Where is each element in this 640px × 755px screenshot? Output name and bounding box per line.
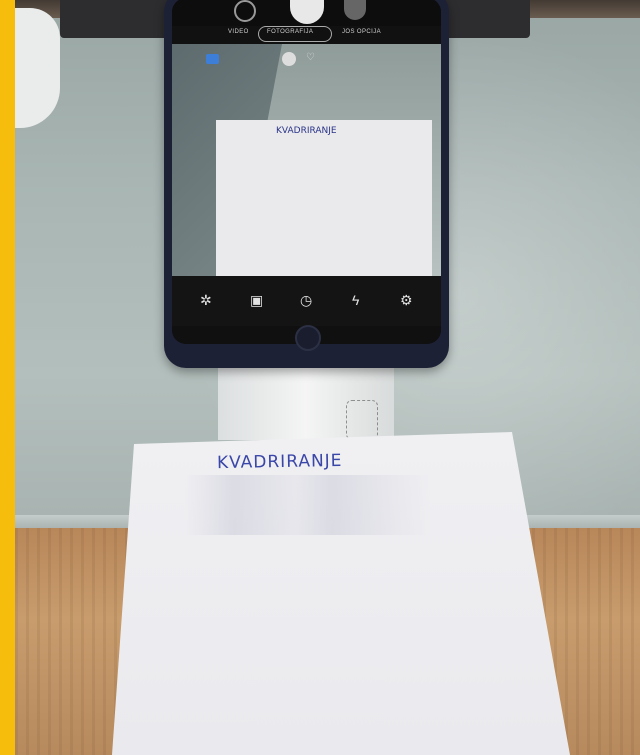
- focus-icon[interactable]: [282, 52, 296, 66]
- switch-camera-icon[interactable]: [234, 0, 256, 22]
- mode-more[interactable]: JOS OPCIJA: [342, 29, 381, 35]
- aspect-ratio-icon[interactable]: ▣: [250, 292, 263, 309]
- paper-handwriting: KVADRIRANJE: [216, 450, 343, 474]
- camera-viewfinder: KVADRIRANJE ♡: [172, 44, 441, 276]
- white-object: [15, 8, 60, 128]
- photo-scene: KVADRIRANJE VIDEO FOTOGRAFIJA JOS OPCIJA…: [0, 0, 640, 755]
- flash-icon[interactable]: ϟ: [352, 292, 359, 308]
- camera-toolbar: ✲ ▣ ◷ ϟ ⚙: [172, 276, 441, 326]
- viewfinder-paper: [216, 120, 432, 276]
- accent-bar: [0, 0, 15, 755]
- mode-photo[interactable]: FOTOGRAFIJA: [267, 29, 313, 35]
- viewfinder-text: KVADRIRANJE: [276, 126, 337, 136]
- settings-icon[interactable]: ⚙: [400, 292, 413, 309]
- phone-screen: VIDEO FOTOGRAFIJA JOS OPCIJA KVADRIRANJE…: [172, 0, 441, 344]
- mode-video[interactable]: VIDEO: [228, 29, 249, 35]
- sparkle-icon[interactable]: ✲: [200, 292, 212, 309]
- stand-mark: [346, 400, 378, 440]
- beauty-icon[interactable]: ♡: [306, 52, 315, 63]
- home-button[interactable]: [295, 325, 321, 351]
- paper-reflection: [185, 475, 430, 535]
- ai-scene-icon[interactable]: [206, 54, 219, 64]
- smartphone: VIDEO FOTOGRAFIJA JOS OPCIJA KVADRIRANJE…: [164, 0, 449, 368]
- timer-icon[interactable]: ◷: [300, 292, 312, 309]
